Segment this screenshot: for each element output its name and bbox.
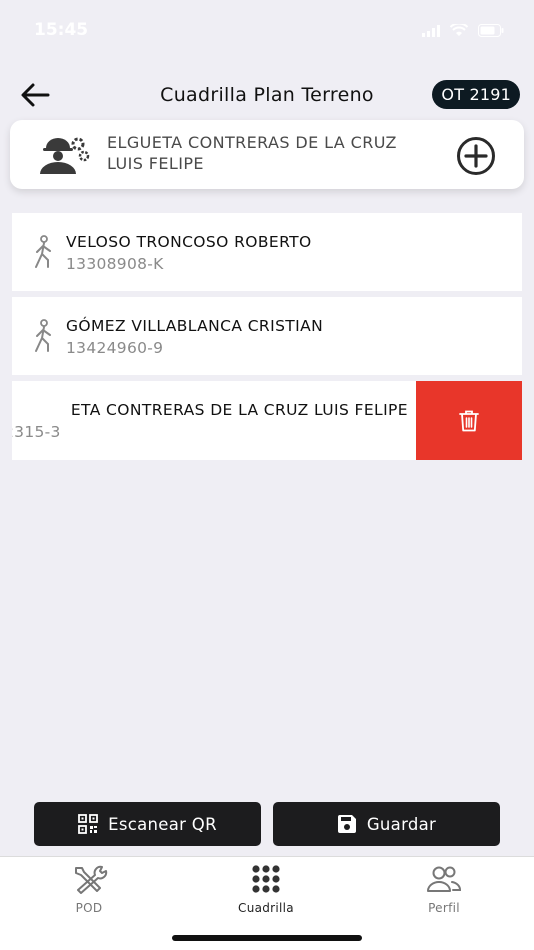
grid-dots-icon bbox=[252, 865, 280, 893]
worker-gear-icon bbox=[40, 137, 90, 174]
wifi-icon bbox=[450, 24, 468, 36]
tab-perfil-label: Perfil bbox=[428, 901, 460, 915]
member-name: ETA CONTRERAS DE LA CRUZ LUIS FELIPE bbox=[70, 401, 408, 419]
tab-perfil[interactable]: Perfil bbox=[384, 863, 504, 915]
tab-cuadrilla-label: Cuadrilla bbox=[238, 901, 294, 915]
trash-icon bbox=[459, 410, 479, 431]
tools-icon bbox=[75, 865, 108, 894]
scan-qr-button[interactable]: Escanear QR bbox=[34, 802, 261, 846]
swiped-row-content[interactable]: ETA CONTRERAS DE LA CRUZ LUIS FELIPE 231… bbox=[12, 381, 416, 460]
walking-person-icon bbox=[35, 319, 51, 352]
work-order-badge: OT 2191 bbox=[432, 80, 520, 109]
walking-person-icon bbox=[35, 235, 51, 268]
users-icon bbox=[427, 866, 461, 892]
member-name: VELOSO TRONCOSO ROBERTO bbox=[66, 233, 312, 251]
member-id: 13424960-9 bbox=[66, 339, 164, 357]
member-row-swiped[interactable]: ETA CONTRERAS DE LA CRUZ LUIS FELIPE 231… bbox=[12, 381, 522, 460]
status-icons bbox=[422, 24, 504, 37]
status-bar: 15:45 bbox=[0, 0, 534, 60]
member-id: 2315-3 bbox=[12, 423, 61, 441]
crew-leader-card: ELGUETA CONTRERAS DE LA CRUZ LUIS FELIPE bbox=[10, 120, 524, 189]
delete-member-button[interactable] bbox=[416, 381, 522, 460]
save-button[interactable]: Guardar bbox=[273, 802, 500, 846]
battery-icon bbox=[478, 24, 504, 37]
tab-pod-label: POD bbox=[75, 901, 103, 915]
add-member-button[interactable] bbox=[456, 136, 496, 180]
member-row[interactable]: GÓMEZ VILLABLANCA CRISTIAN 13424960-9 bbox=[12, 297, 522, 375]
tab-pod[interactable]: POD bbox=[29, 863, 149, 915]
crew-leader-name: ELGUETA CONTRERAS DE LA CRUZ LUIS FELIPE bbox=[107, 133, 397, 173]
save-icon bbox=[337, 815, 356, 833]
tab-cuadrilla[interactable]: Cuadrilla bbox=[206, 863, 326, 915]
header: Cuadrilla Plan Terreno OT 2191 bbox=[0, 76, 534, 116]
member-name: GÓMEZ VILLABLANCA CRISTIAN bbox=[66, 317, 324, 335]
save-label: Guardar bbox=[366, 814, 437, 834]
home-indicator bbox=[172, 935, 362, 941]
scan-qr-label: Escanear QR bbox=[108, 814, 217, 834]
qr-code-icon bbox=[78, 814, 99, 834]
member-row[interactable]: VELOSO TRONCOSO ROBERTO 13308908-K bbox=[12, 213, 522, 291]
signal-icon bbox=[422, 24, 440, 37]
plus-circle-icon bbox=[457, 137, 495, 175]
member-id: 13308908-K bbox=[66, 255, 164, 273]
status-time: 15:45 bbox=[34, 20, 89, 40]
